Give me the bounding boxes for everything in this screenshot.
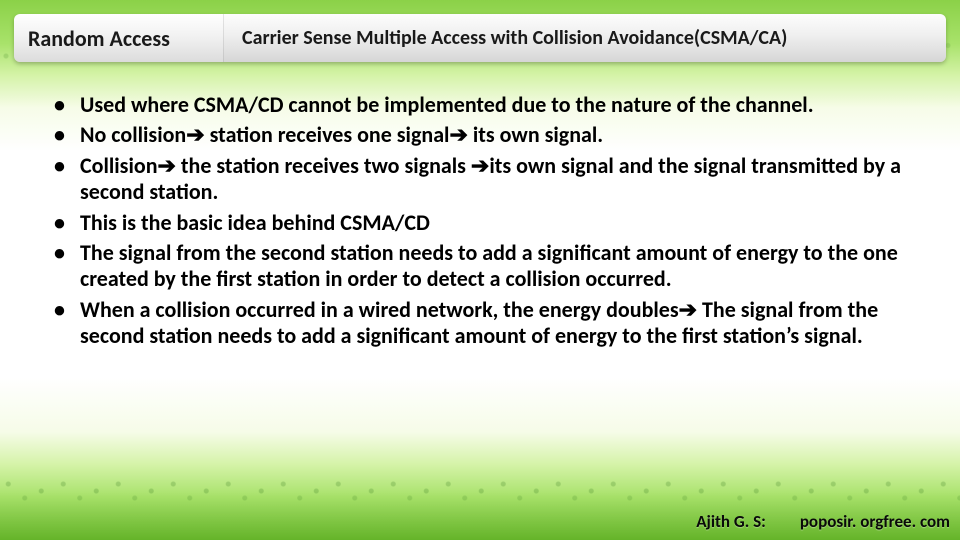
list-item: Collision➔ the station receives two sign… (40, 153, 926, 206)
bullet-list: Used where CSMA/CD cannot be implemented… (40, 92, 926, 350)
list-item: No collision➔ station receives one signa… (40, 122, 926, 148)
header-left-title: Random Access (14, 14, 224, 62)
footer-site: poposir. orgfree. com (800, 511, 950, 532)
footer-author: Ajith G. S: (696, 511, 766, 532)
header-right-title: Carrier Sense Multiple Access with Colli… (224, 14, 946, 62)
list-item: This is the basic idea behind CSMA/CD (40, 210, 926, 236)
list-item: The signal from the second station needs… (40, 240, 926, 293)
footer: Ajith G. S: poposir. orgfree. com (0, 511, 950, 532)
header-bar: Random Access Carrier Sense Multiple Acc… (14, 14, 946, 62)
slide: Random Access Carrier Sense Multiple Acc… (0, 0, 960, 540)
content-area: Used where CSMA/CD cannot be implemented… (40, 92, 926, 480)
list-item: Used where CSMA/CD cannot be implemented… (40, 92, 926, 118)
list-item: When a collision occurred in a wired net… (40, 297, 926, 350)
